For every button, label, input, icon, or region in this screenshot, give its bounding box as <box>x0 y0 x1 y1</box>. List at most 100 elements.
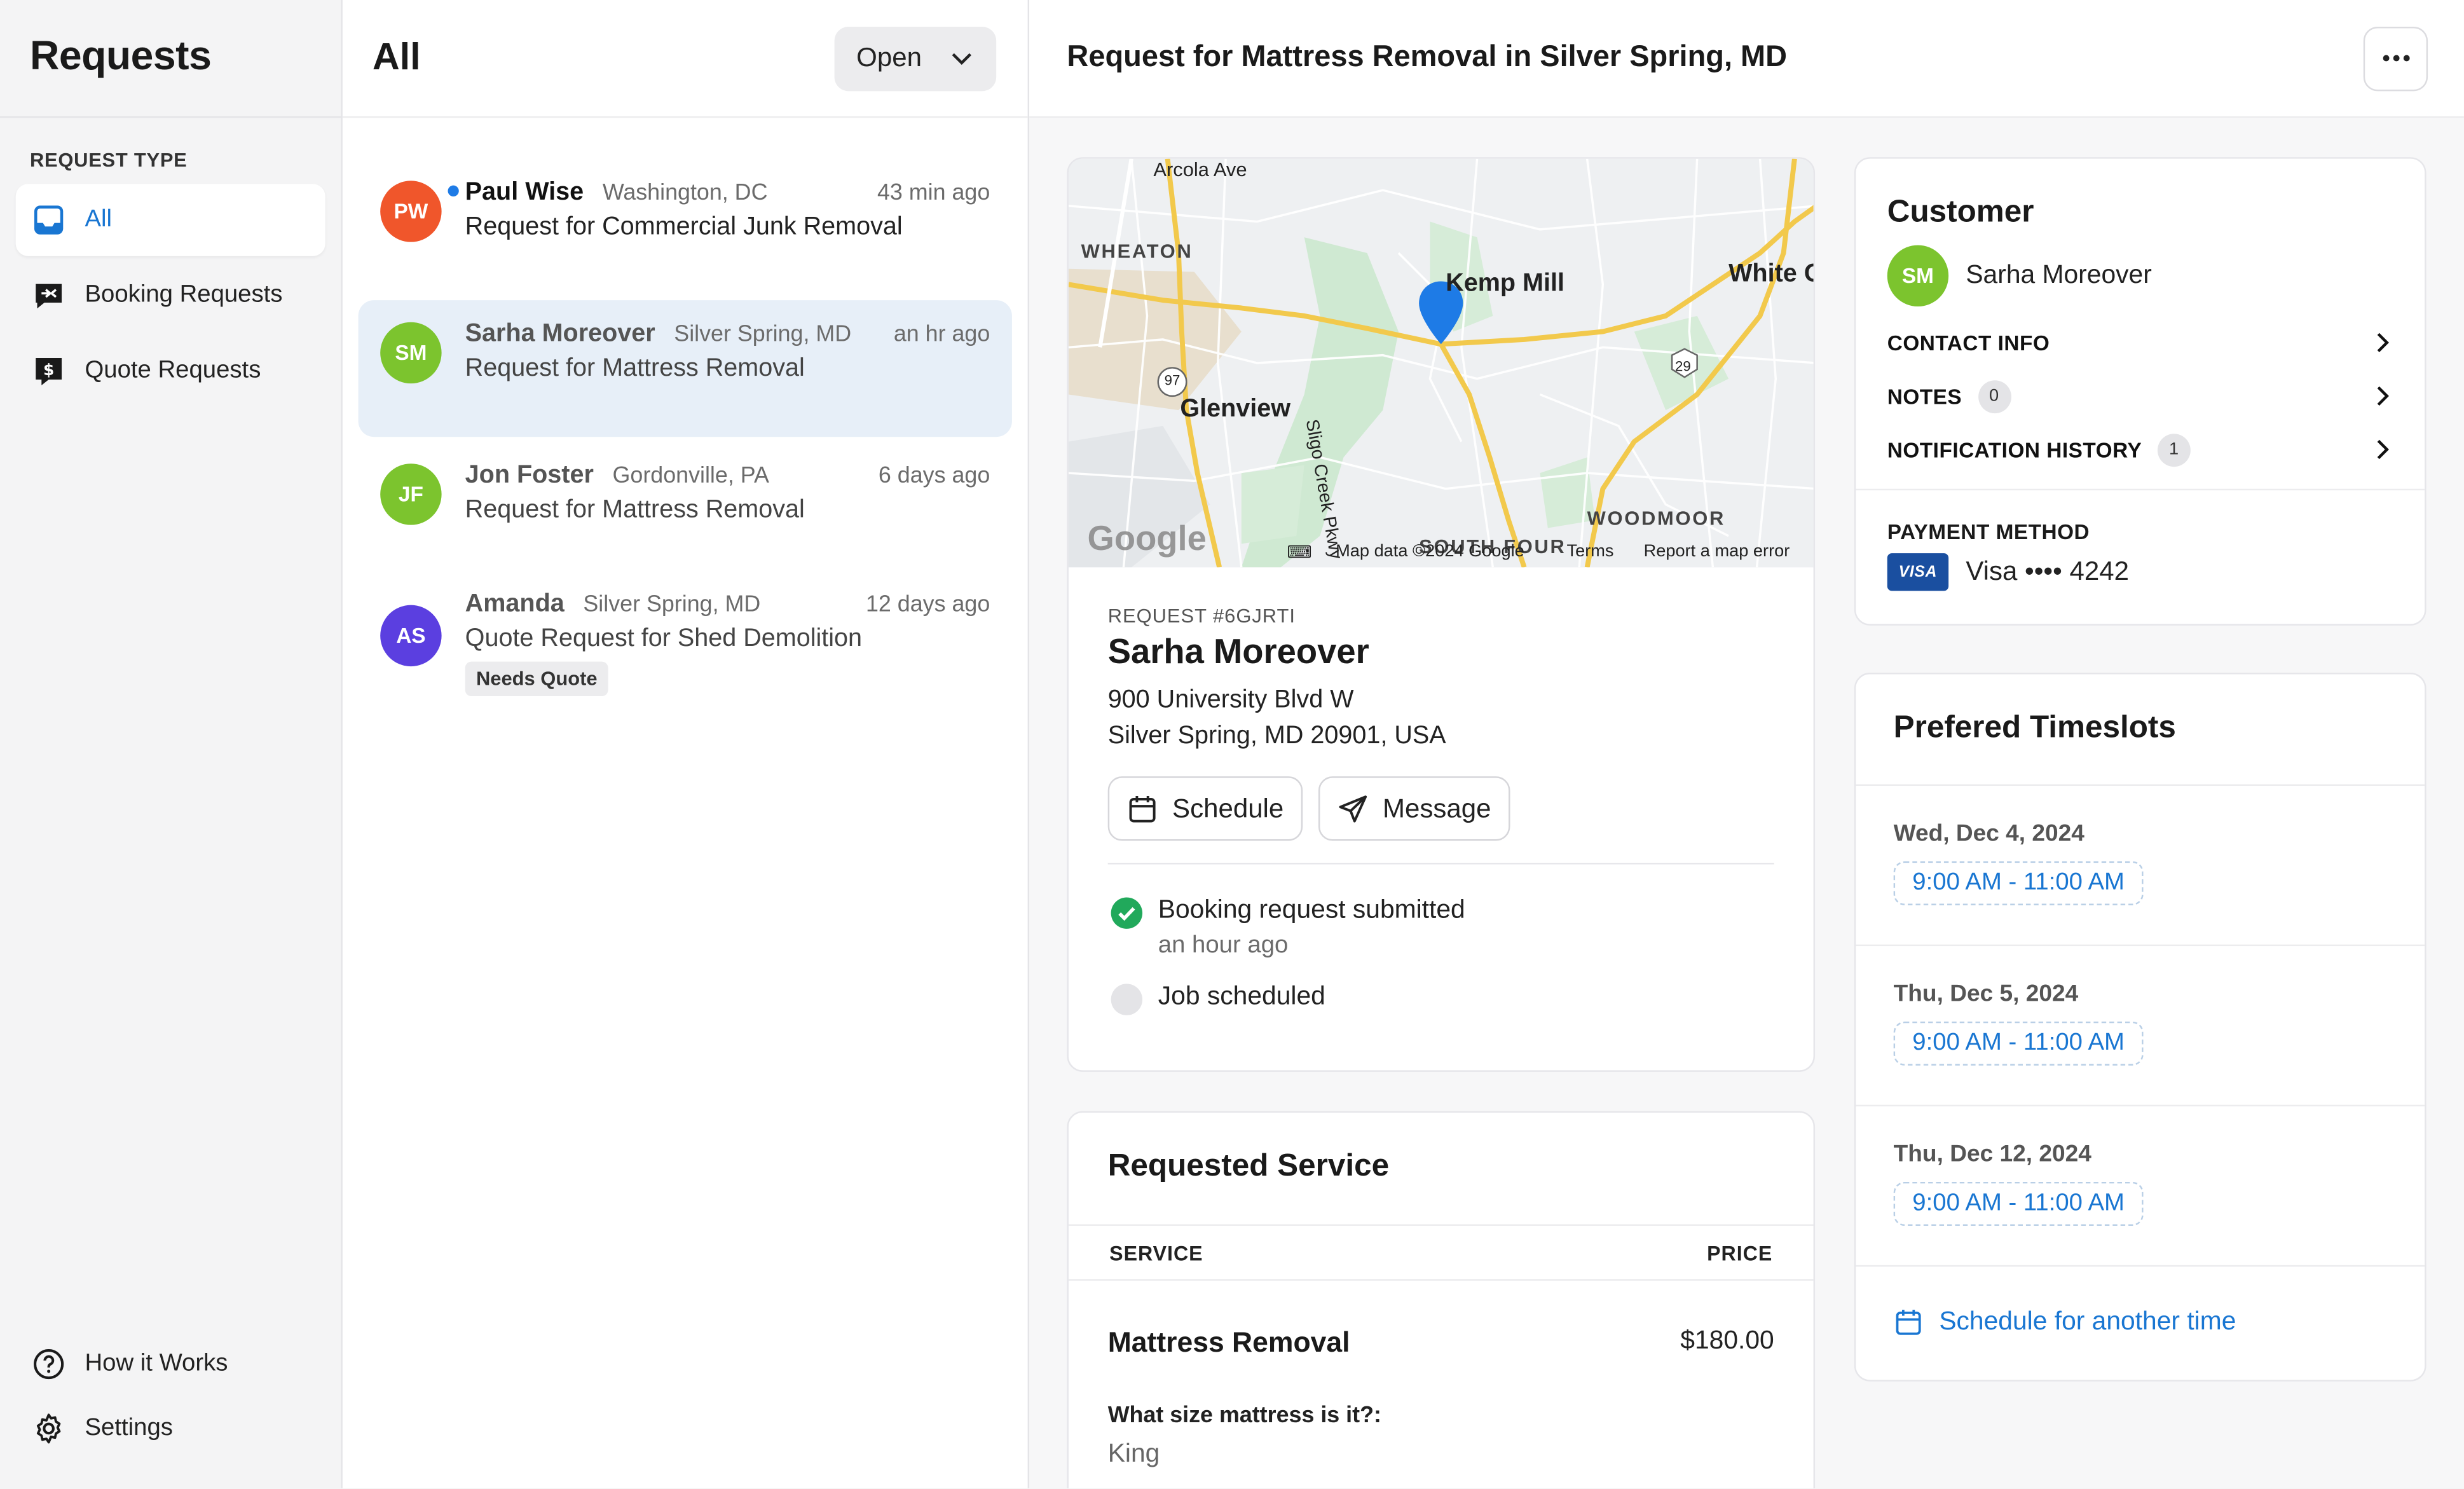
avatar: JF <box>380 463 442 525</box>
timeslot: Thu, Dec 5, 2024 9:00 AM - 11:00 AM <box>1856 946 2425 1107</box>
check-circle-icon <box>1111 897 1143 929</box>
notification-count-badge: 1 <box>2157 433 2191 466</box>
timeline-item-scheduled: Job scheduled <box>1111 982 1774 1015</box>
needs-quote-badge: Needs Quote <box>465 661 608 697</box>
request-type-label: REQUEST TYPE <box>29 149 188 172</box>
gear-icon <box>36 1413 61 1443</box>
sidebar-item-label: Booking Requests <box>85 281 283 308</box>
contact-info-row[interactable]: CONTACT INFO <box>1887 316 2393 369</box>
sidebar-item-quote-requests[interactable]: $ Quote Requests <box>16 335 325 408</box>
service-question: What size mattress is it?: <box>1107 1403 1381 1429</box>
timeslot-date: Wed, Dec 4, 2024 <box>1893 820 2084 847</box>
request-customer-name: Sarha Moreover <box>1107 631 1369 671</box>
request-customer-name: Jon Foster <box>465 462 594 489</box>
schedule-another-time-label: Schedule for another time <box>1939 1307 2236 1336</box>
sidebar-bottom: How it Works Settings <box>0 1331 341 1460</box>
timeline-time: an hour ago <box>1158 931 1289 959</box>
pending-circle-icon <box>1111 984 1143 1015</box>
request-meta: Paul Wise Washington, DC 43 min ago <box>465 179 990 207</box>
schedule-button[interactable]: Schedule <box>1107 776 1303 841</box>
request-time: an hr ago <box>893 322 990 348</box>
chevron-down-icon <box>952 53 971 65</box>
request-description: Quote Request for Shed Demolition <box>465 625 863 652</box>
sidebar-item-booking-requests[interactable]: Booking Requests <box>16 259 325 332</box>
card-number: Visa •••• 4242 <box>1966 556 2130 587</box>
request-time: 12 days ago <box>865 592 990 618</box>
settings-link[interactable]: Settings <box>0 1396 341 1460</box>
request-item-paul-wise[interactable]: PW Paul Wise Washington, DC 43 min ago R… <box>359 159 1012 296</box>
price-column-header: PRICE <box>1707 1240 1773 1265</box>
message-label: Message <box>1383 793 1491 823</box>
request-item-sarha-moreover[interactable]: SM Sarha Moreover Silver Spring, MD an h… <box>358 300 1012 437</box>
request-location: Silver Spring, MD <box>674 322 852 348</box>
detail-title: Request for Mattress Removal in Silver S… <box>1067 41 1788 74</box>
send-icon <box>1339 795 1367 822</box>
map-label: WOODMOOR <box>1587 507 1726 530</box>
message-button[interactable]: Message <box>1318 776 1510 841</box>
calendar-icon <box>1896 1310 1921 1335</box>
status-filter-dropdown[interactable]: Open <box>834 25 997 91</box>
request-location: Washington, DC <box>602 181 768 206</box>
report-map-error-link[interactable]: Report a map error <box>1644 542 1790 561</box>
request-body: Sarha Moreover Silver Spring, MD an hr a… <box>465 320 990 383</box>
service-table-header: SERVICE PRICE <box>1068 1224 1814 1281</box>
service-price: $180.00 <box>1680 1326 1774 1355</box>
customer-name: Sarha Moreover <box>1966 261 2152 289</box>
detail-header: Request for Mattress Removal in Silver S… <box>1029 0 2464 118</box>
sidebar-item-all[interactable]: All <box>15 184 325 256</box>
settings-label: Settings <box>85 1413 173 1441</box>
avatar: SM <box>380 322 442 384</box>
visa-card-icon: VISA <box>1887 553 1949 591</box>
chevron-right-icon <box>2377 439 2389 460</box>
request-actions: Schedule Message <box>1107 776 1774 865</box>
keyboard-icon[interactable]: ⌨ <box>1287 542 1311 563</box>
payment-method: VISA Visa •••• 4242 <box>1887 553 2393 591</box>
help-circle-icon <box>34 1348 64 1378</box>
quote-icon: $ <box>36 357 62 386</box>
service-name: Mattress Removal <box>1107 1326 1350 1358</box>
notification-history-row[interactable]: NOTIFICATION HISTORY 1 <box>1887 423 2393 476</box>
request-location: Silver Spring, MD <box>583 592 761 618</box>
sidebar-header: Requests <box>0 0 341 118</box>
sidebar-item-label: Quote Requests <box>85 357 261 384</box>
timeslot-chip[interactable]: 9:00 AM - 11:00 AM <box>1893 861 2144 905</box>
how-it-works-label: How it Works <box>85 1349 228 1376</box>
request-meta: Amanda Silver Spring, MD 12 days ago <box>465 591 990 619</box>
app-root: Requests REQUEST TYPE All Booking Reques… <box>0 0 2464 1488</box>
customer-links: CONTACT INFO NOTES 0 NOTIFICATION HISTOR… <box>1887 316 2393 476</box>
map-terms-link[interactable]: Terms <box>1566 542 1613 561</box>
timeslot-chip[interactable]: 9:00 AM - 11:00 AM <box>1893 1021 2144 1066</box>
chevron-right-icon <box>2377 386 2389 406</box>
sidebar: Requests REQUEST TYPE All Booking Reques… <box>0 0 343 1488</box>
request-item-amanda[interactable]: AS Amanda Silver Spring, MD 12 days ago … <box>359 583 1012 724</box>
map[interactable]: Arcola Ave WHEATON Kemp Mill White O Gle… <box>1068 158 1814 568</box>
request-meta: Sarha Moreover Silver Spring, MD an hr a… <box>465 320 990 348</box>
request-time: 43 min ago <box>877 181 990 206</box>
timeslots-title: Prefered Timeslots <box>1856 674 2425 786</box>
request-customer-name: Sarha Moreover <box>465 320 655 348</box>
schedule-another-time-link[interactable]: Schedule for another time <box>1856 1266 2425 1378</box>
route-shield: 97 <box>1164 372 1181 388</box>
request-body: Paul Wise Washington, DC 43 min ago Requ… <box>465 179 990 242</box>
notes-row[interactable]: NOTES 0 <box>1887 369 2393 423</box>
notes-count-badge: 0 <box>1977 379 2011 413</box>
customer-identity: SM Sarha Moreover <box>1887 245 2393 307</box>
how-it-works-link[interactable]: How it Works <box>0 1331 341 1396</box>
request-list: PW Paul Wise Washington, DC 43 min ago R… <box>343 118 1028 724</box>
request-list-panel: All Open PW Paul Wise Washington, DC 43 … <box>342 0 1030 1488</box>
request-summary-card: Arcola Ave WHEATON Kemp Mill White O Gle… <box>1067 157 1816 1072</box>
calendar-icon <box>1129 795 1156 822</box>
more-options-button[interactable] <box>2363 25 2428 91</box>
list-header: All Open <box>342 0 1028 118</box>
request-customer-name: Amanda <box>465 591 565 618</box>
google-logo: Google <box>1087 518 1207 558</box>
request-item-jon-foster[interactable]: JF Jon Foster Gordonville, PA 6 days ago… <box>359 442 1012 579</box>
sidebar-title: Requests <box>29 31 212 79</box>
chevron-right-icon <box>2377 333 2389 353</box>
payment-method-label: PAYMENT METHOD <box>1887 520 2090 544</box>
unread-indicator <box>448 185 459 196</box>
requested-service-card: Requested Service SERVICE PRICE Mattress… <box>1067 1111 1816 1488</box>
timeslot-chip[interactable]: 9:00 AM - 11:00 AM <box>1893 1181 2144 1226</box>
request-detail-panel: Request for Mattress Removal in Silver S… <box>1029 0 2464 1488</box>
map-label: Arcola Ave <box>1153 158 1247 181</box>
